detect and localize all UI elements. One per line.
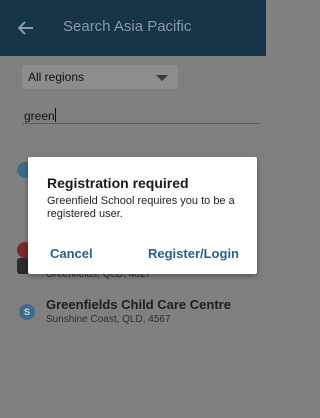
region-dropdown[interactable]: All regions bbox=[22, 65, 178, 89]
arrow-left-icon[interactable] bbox=[16, 18, 36, 38]
region-selected-label: All regions bbox=[28, 70, 85, 84]
search-input[interactable]: green bbox=[22, 104, 260, 126]
chevron-down-icon bbox=[156, 75, 168, 81]
result-name: Greenfields Child Care Centre bbox=[46, 297, 231, 312]
search-input-value: green bbox=[24, 109, 55, 123]
app-bar: Search Asia Pacific bbox=[0, 0, 266, 56]
search-underline bbox=[22, 123, 260, 124]
dialog-message: Greenfield School requires you to be a r… bbox=[47, 195, 235, 220]
text-cursor bbox=[54, 108, 56, 122]
list-item[interactable]: S Greenfields Child Care Centre Sunshine… bbox=[0, 292, 266, 332]
cancel-button[interactable]: Cancel bbox=[50, 246, 93, 261]
register-login-button[interactable]: Register/Login bbox=[148, 246, 239, 261]
page-title: Search Asia Pacific bbox=[63, 18, 192, 35]
dialog-title: Registration required bbox=[47, 175, 189, 191]
school-icon: S bbox=[19, 304, 35, 320]
registration-dialog: Registration required Greenfield School … bbox=[28, 157, 257, 274]
result-location: Sunshine Coast, QLD, 4567 bbox=[46, 314, 171, 325]
